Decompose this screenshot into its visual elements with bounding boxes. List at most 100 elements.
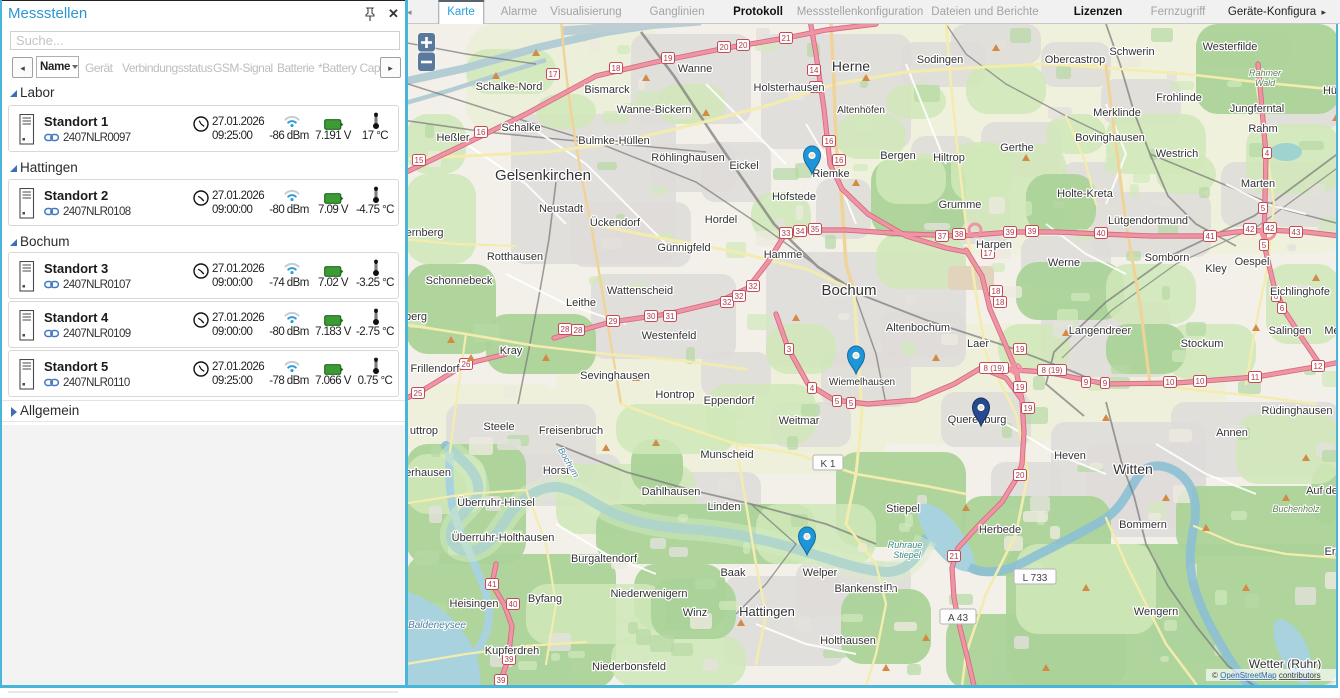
svg-text:Günnigfeld: Günnigfeld <box>657 242 710 254</box>
svg-text:Kray: Kray <box>500 345 523 357</box>
svg-text:16: 16 <box>825 137 834 146</box>
svg-text:Ruhraue: Ruhraue <box>888 540 923 550</box>
svg-text:Wengern: Wengern <box>1134 606 1178 618</box>
svg-text:erhausen: erhausen <box>406 467 451 479</box>
svg-text:Schalke-Nord: Schalke-Nord <box>476 81 543 93</box>
svg-text:Leithe: Leithe <box>566 297 596 309</box>
svg-text:40: 40 <box>1097 229 1106 238</box>
svg-text:Eppendorf: Eppendorf <box>704 395 756 407</box>
svg-text:20: 20 <box>739 41 748 50</box>
svg-text:Buchenholz: Buchenholz <box>1272 504 1320 514</box>
svg-text:Kupferdreh: Kupferdreh <box>485 645 539 657</box>
svg-text:18: 18 <box>996 298 1005 307</box>
svg-text:19: 19 <box>1024 404 1033 413</box>
svg-text:40: 40 <box>509 600 518 609</box>
svg-text:A 43: A 43 <box>948 613 968 624</box>
svg-text:15: 15 <box>415 156 424 165</box>
svg-text:Merklinde: Merklinde <box>1093 107 1141 119</box>
svg-text:Frohlinde: Frohlinde <box>1156 92 1202 104</box>
svg-text:35: 35 <box>811 225 820 234</box>
svg-text:Holsterhausen: Holsterhausen <box>754 82 825 94</box>
svg-text:Heßler: Heßler <box>436 132 469 144</box>
svg-text:Winz: Winz <box>683 607 707 619</box>
svg-text:25: 25 <box>414 389 423 398</box>
svg-text:in: in <box>884 581 893 593</box>
svg-text:Lütgendortmund: Lütgendortmund <box>1108 215 1188 227</box>
svg-text:Wald: Wald <box>1255 78 1276 88</box>
svg-text:9: 9 <box>1103 379 1108 388</box>
svg-text:Rüdinghausen: Rüdinghausen <box>1262 405 1333 417</box>
svg-text:Harpen: Harpen <box>976 239 1012 251</box>
svg-text:Neustadt: Neustadt <box>539 203 583 215</box>
svg-text:18: 18 <box>992 287 1001 296</box>
svg-text:Sevinghausen: Sevinghausen <box>580 370 650 382</box>
svg-text:Holte-Kreta: Holte-Kreta <box>1057 188 1114 200</box>
svg-text:Somborn: Somborn <box>1145 252 1190 264</box>
svg-text:Wiemelhausen: Wiemelhausen <box>829 377 895 388</box>
svg-text:5: 5 <box>1262 241 1267 250</box>
svg-text:Welper: Welper <box>803 567 838 579</box>
svg-text:Stiepel: Stiepel <box>893 550 922 560</box>
svg-text:Weitmar: Weitmar <box>779 415 820 427</box>
svg-text:14: 14 <box>810 66 819 75</box>
svg-text:17: 17 <box>549 70 558 79</box>
svg-text:29: 29 <box>609 317 618 326</box>
svg-text:Annen: Annen <box>1216 427 1248 439</box>
svg-text:21: 21 <box>782 34 791 43</box>
svg-text:Freisenbruch: Freisenbruch <box>539 425 603 437</box>
svg-text:39: 39 <box>1028 227 1037 236</box>
svg-text:Hü: Hü <box>1323 85 1337 97</box>
svg-text:6: 6 <box>1280 304 1285 313</box>
svg-text:41: 41 <box>1206 232 1215 241</box>
svg-text:Heisingen: Heisingen <box>450 598 499 610</box>
svg-text:18: 18 <box>612 64 621 73</box>
svg-text:Gelsenkirchen: Gelsenkirchen <box>495 167 591 184</box>
svg-text:Gerthe: Gerthe <box>1000 142 1034 154</box>
svg-text:Schwerin: Schwerin <box>1109 46 1154 58</box>
svg-text:5: 5 <box>1261 204 1266 213</box>
svg-text:Hontrop: Hontrop <box>655 389 694 401</box>
svg-text:Heven: Heven <box>1054 450 1086 462</box>
svg-text:Hamme: Hamme <box>764 249 803 261</box>
svg-text:Marten: Marten <box>1241 178 1275 190</box>
svg-text:berg: berg <box>406 311 427 323</box>
svg-text:Rahmer: Rahmer <box>1249 68 1282 78</box>
svg-text:37: 37 <box>938 232 947 241</box>
svg-text:31: 31 <box>666 312 675 321</box>
svg-text:Kley: Kley <box>1205 263 1227 275</box>
svg-text:16: 16 <box>477 128 486 137</box>
svg-text:Hordel: Hordel <box>705 214 737 226</box>
svg-text:26: 26 <box>462 360 471 369</box>
svg-text:Niederwenigern: Niederwenigern <box>610 588 687 600</box>
svg-text:9: 9 <box>1084 378 1089 387</box>
svg-text:20: 20 <box>1016 471 1025 480</box>
svg-text:Schonnebeck: Schonnebeck <box>426 275 493 287</box>
svg-text:39: 39 <box>497 676 506 685</box>
svg-text:30: 30 <box>647 312 656 321</box>
svg-text:19: 19 <box>664 54 673 63</box>
svg-text:Werne: Werne <box>1048 257 1080 269</box>
svg-text:Bovinghausen: Bovinghausen <box>1075 132 1145 144</box>
svg-text:Ückendorf: Ückendorf <box>590 217 641 229</box>
svg-text:Westenfeld: Westenfeld <box>642 330 697 342</box>
svg-text:Laer: Laer <box>967 338 989 350</box>
svg-text:20: 20 <box>720 43 729 52</box>
svg-text:32: 32 <box>749 282 758 291</box>
svg-text:Byfang: Byfang <box>528 593 562 605</box>
svg-text:3: 3 <box>787 345 792 354</box>
svg-text:Überruhr-Holthausen: Überruhr-Holthausen <box>452 532 555 544</box>
svg-text:Sodingen: Sodingen <box>917 54 964 66</box>
svg-text:Hofstede: Hofstede <box>772 191 816 203</box>
svg-text:43: 43 <box>1292 228 1301 237</box>
svg-text:5: 5 <box>849 399 854 408</box>
svg-text:11: 11 <box>1251 373 1260 382</box>
svg-text:10: 10 <box>1196 377 1205 386</box>
svg-text:Bismarck: Bismarck <box>584 84 630 96</box>
svg-text:Wattenscheid: Wattenscheid <box>607 285 673 297</box>
svg-text:Salingen: Salingen <box>1269 325 1312 337</box>
svg-text:aternberg: aternberg <box>406 227 444 239</box>
svg-text:32: 32 <box>735 292 744 301</box>
svg-text:Linden: Linden <box>707 501 740 513</box>
svg-text:© OpenStreetMap contributors: © OpenStreetMap contributors <box>1212 671 1321 680</box>
svg-text:Wanne: Wanne <box>678 63 712 75</box>
